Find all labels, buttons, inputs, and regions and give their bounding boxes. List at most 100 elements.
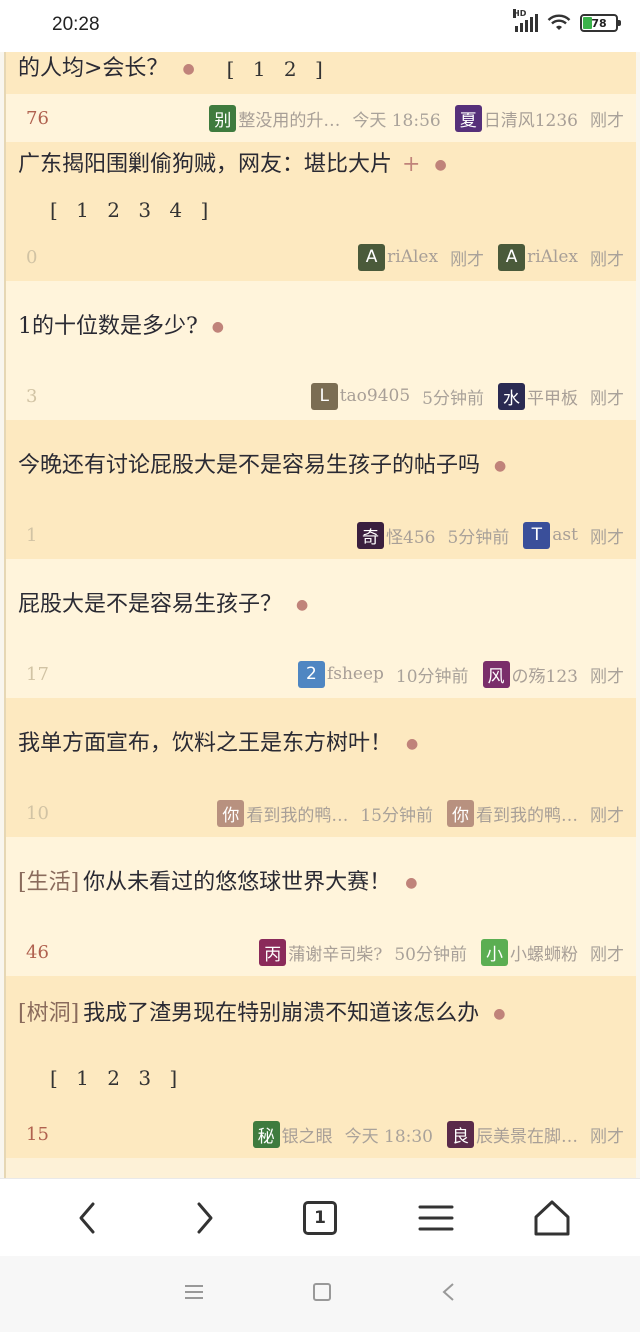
menu-button[interactable] [406,1188,466,1248]
thread-title[interactable]: 我单方面宣布，饮料之王是东方树叶！ [18,722,392,766]
thread-pages[interactable]: [ 1 2 3 ] [50,1056,183,1100]
thread-title-row[interactable]: [生活] 你从未看过的悠悠球世界大赛！ ● [6,837,636,928]
thread-title[interactable]: 今晚还有讨论屁股大是不是容易生孩子的帖子吗 [18,444,480,488]
last-replier[interactable]: AriAlex [498,243,578,271]
author[interactable]: 你看到我的鸭… [217,799,348,827]
thread-title-row[interactable]: 今晚还有讨论屁股大是不是容易生孩子的帖子吗 ● [6,420,636,511]
reply-count: 76 [26,107,49,129]
author-avatar[interactable]: 你 [217,799,245,827]
thread-title-row[interactable]: 广东揭阳围剿偷狗贼，网友：堪比大片 + ● [ 1 2 3 4 ] [6,142,636,233]
thread-tag[interactable]: [生活] [18,861,79,905]
last-replier[interactable]: 小小螺蛳粉 [481,938,578,966]
author[interactable]: AriAlex [358,243,438,271]
author-name[interactable]: 蒲谢辛司柴? [288,940,382,965]
last-replier[interactable]: 水平甲板 [498,382,578,410]
thread-title-row[interactable]: 我单方面宣布，饮料之王是东方树叶！ ● [6,698,636,789]
last-replier-name[interactable]: riAlex [527,247,578,267]
thread-title[interactable]: 屁股大是不是容易生孩子？ [18,583,282,627]
thread-title[interactable]: 广东揭阳围剿偷狗贼，网友：堪比大片 [18,143,392,187]
thread-title[interactable]: 你从未看过的悠悠球世界大赛！ [83,861,391,905]
author-name[interactable]: tao9405 [340,386,410,406]
last-replier-name[interactable]: 看到我的鸭… [476,801,578,826]
last-replier-avatar[interactable]: 你 [447,799,474,827]
post-time: 5分钟前 [447,527,510,548]
thread-title[interactable]: 1的十位数是多少? [18,305,198,349]
thread-pages[interactable]: [ 1 2 3 4 ] [50,188,214,232]
author-avatar[interactable]: A [358,243,386,271]
reply-count: 1 [26,524,38,546]
author[interactable]: 2 fsheep [297,660,384,688]
last-replier[interactable]: 你看到我的鸭… [447,799,578,827]
author-name[interactable]: 看到我的鸭… [246,801,348,826]
plus-icon: + [402,151,421,177]
last-replier-name[interactable]: ast [552,525,578,545]
thread-meta-row: 17 2 fsheep 10分钟前风の殇123 刚才 [6,650,636,698]
reply-count: 15 [26,1123,49,1145]
system-nav-bar [0,1256,640,1332]
thread-pages[interactable]: [ 1 2 ] [227,52,329,94]
thread-title-row[interactable]: 屁股大是不是容易生孩子？ ● [6,559,636,650]
reply-count: 46 [26,941,49,963]
last-replier-name[interactable]: 辰美景在脚… [476,1122,578,1147]
thread-title-row[interactable]: 1的十位数是多少? ● [6,281,636,372]
author-name[interactable]: 整没用的升… [238,106,340,131]
author-avatar[interactable]: 丙 [259,938,287,966]
last-replier-avatar[interactable]: 水 [498,382,525,410]
author-avatar[interactable]: 秘 [252,1120,280,1148]
last-replier-name[interactable]: 平甲板 [527,384,578,409]
author-name[interactable]: 怪456 [386,523,435,548]
author[interactable]: 秘银之眼 [252,1120,333,1148]
last-replier-avatar[interactable]: 风 [482,660,510,688]
reply-count: 3 [26,385,38,407]
post-time: 50分钟前 [394,944,467,965]
author-name[interactable]: 银之眼 [282,1122,333,1147]
system-back-button[interactable] [439,1281,457,1307]
thread-title[interactable]: 我成了渣男现在特别崩溃不知道该怎么办 [83,992,479,1036]
last-replier-name[interactable]: 小螺蛳粉 [510,940,578,965]
system-home-button[interactable] [311,1281,333,1307]
last-reply-time: 刚才 [590,249,624,270]
last-replier-avatar[interactable]: A [498,243,526,271]
author[interactable]: 奇怪456 [357,521,435,549]
last-replier-name[interactable]: の殇123 [512,662,578,687]
last-replier-avatar[interactable]: 良 [447,1120,474,1148]
author-avatar[interactable]: L [310,382,338,410]
post-time: 刚才 [450,249,485,270]
last-replier-avatar[interactable]: T [523,521,551,549]
forward-button[interactable] [174,1188,234,1248]
dot-icon: ● [493,1006,506,1022]
author-avatar[interactable]: 别 [209,104,237,132]
thread-meta-row: 1 奇怪456 5分钟前 Tast 刚才 [6,511,636,559]
last-replier-avatar[interactable]: 夏 [454,104,482,132]
last-replier-avatar[interactable]: 小 [481,938,508,966]
dot-icon: ● [434,156,447,173]
last-replier[interactable]: 风の殇123 [482,660,578,688]
thread-title[interactable]: 的人均>会长？ [18,52,168,94]
browser-toolbar: 1 [0,1178,640,1256]
tabs-button[interactable]: 1 [290,1188,350,1248]
chevron-left-icon [79,1202,95,1233]
home-button[interactable] [522,1188,582,1248]
author-name[interactable]: fsheep [327,664,384,684]
wifi-icon [547,14,571,32]
last-replier[interactable]: 夏日清风1236 [454,104,578,132]
last-replier-name[interactable]: 日清风1236 [484,106,578,131]
author[interactable]: 丙蒲谢辛司柴? [259,938,382,966]
author-avatar[interactable]: 奇 [357,521,385,549]
author-avatar[interactable]: 2 [297,660,325,688]
last-reply-time: 刚才 [590,110,624,131]
thread-tag[interactable]: [树洞] [18,992,79,1036]
back-button[interactable] [58,1188,118,1248]
recents-button[interactable] [183,1283,205,1305]
author-name[interactable]: riAlex [387,247,438,267]
last-reply-time: 刚才 [590,388,624,409]
last-reply-time: 刚才 [590,1126,624,1147]
author[interactable]: Ltao9405 [310,382,410,410]
thread-title-row[interactable]: 的人均>会长？ ● [ 1 2 ] [6,52,636,94]
last-replier[interactable]: Tast [523,521,578,549]
author[interactable]: 别整没用的升… [209,104,340,132]
last-replier[interactable]: 良辰美景在脚… [447,1120,578,1148]
home-icon [534,1200,570,1235]
cell-signal-icon: HD [513,9,538,32]
thread-title-row[interactable]: [树洞] 我成了渣男现在特别崩溃不知道该怎么办 ● [ 1 2 3 ] [6,976,636,1110]
